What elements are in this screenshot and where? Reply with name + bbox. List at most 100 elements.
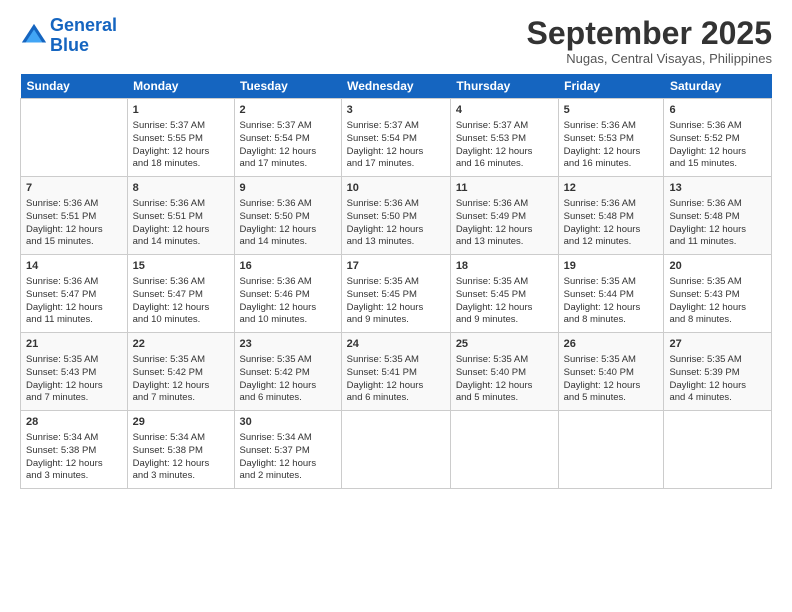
calendar-cell <box>341 411 450 489</box>
day-info: and 11 minutes. <box>669 236 766 249</box>
day-number: 3 <box>347 103 445 118</box>
day-number: 19 <box>564 259 659 274</box>
day-info: and 10 minutes. <box>240 314 336 327</box>
day-info: Sunset: 5:51 PM <box>133 211 229 224</box>
calendar-cell: 20Sunrise: 5:35 AMSunset: 5:43 PMDayligh… <box>664 255 772 333</box>
calendar-cell <box>450 411 558 489</box>
day-info: Daylight: 12 hours <box>669 302 766 315</box>
day-info: Daylight: 12 hours <box>240 458 336 471</box>
day-info: Sunset: 5:40 PM <box>456 367 553 380</box>
calendar-cell: 29Sunrise: 5:34 AMSunset: 5:38 PMDayligh… <box>127 411 234 489</box>
weekday-header-row: SundayMondayTuesdayWednesdayThursdayFrid… <box>21 74 772 99</box>
day-info: Daylight: 12 hours <box>347 302 445 315</box>
day-info: Daylight: 12 hours <box>26 380 122 393</box>
day-number: 29 <box>133 415 229 430</box>
calendar-cell: 24Sunrise: 5:35 AMSunset: 5:41 PMDayligh… <box>341 333 450 411</box>
calendar-cell <box>558 411 664 489</box>
day-info: Daylight: 12 hours <box>669 224 766 237</box>
day-info: Sunrise: 5:35 AM <box>347 354 445 367</box>
day-info: Sunrise: 5:36 AM <box>669 120 766 133</box>
day-info: and 6 minutes. <box>347 392 445 405</box>
day-info: Daylight: 12 hours <box>456 224 553 237</box>
day-number: 13 <box>669 181 766 196</box>
calendar-cell: 22Sunrise: 5:35 AMSunset: 5:42 PMDayligh… <box>127 333 234 411</box>
calendar-cell: 28Sunrise: 5:34 AMSunset: 5:38 PMDayligh… <box>21 411 128 489</box>
day-info: Sunset: 5:42 PM <box>240 367 336 380</box>
day-number: 25 <box>456 337 553 352</box>
calendar-cell: 1Sunrise: 5:37 AMSunset: 5:55 PMDaylight… <box>127 99 234 177</box>
day-info: Daylight: 12 hours <box>133 380 229 393</box>
day-info: Daylight: 12 hours <box>133 224 229 237</box>
day-info: Sunrise: 5:36 AM <box>564 120 659 133</box>
calendar-cell: 3Sunrise: 5:37 AMSunset: 5:54 PMDaylight… <box>341 99 450 177</box>
day-info: Sunset: 5:37 PM <box>240 445 336 458</box>
calendar-cell: 4Sunrise: 5:37 AMSunset: 5:53 PMDaylight… <box>450 99 558 177</box>
day-info: Daylight: 12 hours <box>240 380 336 393</box>
day-info: and 14 minutes. <box>240 236 336 249</box>
calendar-cell: 21Sunrise: 5:35 AMSunset: 5:43 PMDayligh… <box>21 333 128 411</box>
header: General Blue September 2025 Nugas, Centr… <box>20 16 772 66</box>
weekday-header: Friday <box>558 74 664 99</box>
calendar-cell: 7Sunrise: 5:36 AMSunset: 5:51 PMDaylight… <box>21 177 128 255</box>
weekday-header: Saturday <box>664 74 772 99</box>
day-info: Sunrise: 5:36 AM <box>347 198 445 211</box>
calendar-week-row: 21Sunrise: 5:35 AMSunset: 5:43 PMDayligh… <box>21 333 772 411</box>
calendar-cell: 27Sunrise: 5:35 AMSunset: 5:39 PMDayligh… <box>664 333 772 411</box>
day-info: Daylight: 12 hours <box>564 380 659 393</box>
day-info: Sunset: 5:48 PM <box>669 211 766 224</box>
page: General Blue September 2025 Nugas, Centr… <box>0 0 792 612</box>
day-info: Sunrise: 5:36 AM <box>26 276 122 289</box>
calendar-cell: 9Sunrise: 5:36 AMSunset: 5:50 PMDaylight… <box>234 177 341 255</box>
day-info: and 11 minutes. <box>26 314 122 327</box>
day-info: Sunset: 5:46 PM <box>240 289 336 302</box>
day-number: 22 <box>133 337 229 352</box>
day-info: Sunrise: 5:35 AM <box>669 276 766 289</box>
day-info: Sunset: 5:45 PM <box>347 289 445 302</box>
day-info: Sunset: 5:50 PM <box>240 211 336 224</box>
day-info: Sunrise: 5:36 AM <box>26 198 122 211</box>
day-info: Sunset: 5:40 PM <box>564 367 659 380</box>
day-info: Sunrise: 5:34 AM <box>240 432 336 445</box>
day-info: Sunset: 5:54 PM <box>240 133 336 146</box>
day-number: 17 <box>347 259 445 274</box>
day-info: Sunrise: 5:36 AM <box>456 198 553 211</box>
day-info: Daylight: 12 hours <box>564 302 659 315</box>
day-info: Sunrise: 5:37 AM <box>133 120 229 133</box>
location: Nugas, Central Visayas, Philippines <box>527 51 772 66</box>
day-info: Sunrise: 5:35 AM <box>564 354 659 367</box>
day-number: 27 <box>669 337 766 352</box>
day-info: and 18 minutes. <box>133 158 229 171</box>
day-info: Sunset: 5:55 PM <box>133 133 229 146</box>
weekday-header: Wednesday <box>341 74 450 99</box>
day-number: 2 <box>240 103 336 118</box>
day-number: 12 <box>564 181 659 196</box>
day-number: 21 <box>26 337 122 352</box>
day-number: 24 <box>347 337 445 352</box>
day-info: Daylight: 12 hours <box>240 146 336 159</box>
day-info: Sunrise: 5:35 AM <box>240 354 336 367</box>
weekday-header: Sunday <box>21 74 128 99</box>
day-info: Daylight: 12 hours <box>456 380 553 393</box>
calendar-cell: 2Sunrise: 5:37 AMSunset: 5:54 PMDaylight… <box>234 99 341 177</box>
day-info: and 5 minutes. <box>564 392 659 405</box>
day-number: 15 <box>133 259 229 274</box>
calendar-cell: 11Sunrise: 5:36 AMSunset: 5:49 PMDayligh… <box>450 177 558 255</box>
day-info: Daylight: 12 hours <box>26 224 122 237</box>
calendar-cell: 10Sunrise: 5:36 AMSunset: 5:50 PMDayligh… <box>341 177 450 255</box>
calendar-cell: 16Sunrise: 5:36 AMSunset: 5:46 PMDayligh… <box>234 255 341 333</box>
day-info: Sunrise: 5:35 AM <box>347 276 445 289</box>
day-info: Sunset: 5:54 PM <box>347 133 445 146</box>
day-info: Daylight: 12 hours <box>456 146 553 159</box>
calendar-cell: 26Sunrise: 5:35 AMSunset: 5:40 PMDayligh… <box>558 333 664 411</box>
logo-line1: General <box>50 15 117 35</box>
day-info: Daylight: 12 hours <box>347 380 445 393</box>
day-number: 20 <box>669 259 766 274</box>
day-info: and 8 minutes. <box>669 314 766 327</box>
day-number: 30 <box>240 415 336 430</box>
day-info: Sunrise: 5:36 AM <box>133 276 229 289</box>
day-info: and 15 minutes. <box>669 158 766 171</box>
day-info: and 10 minutes. <box>133 314 229 327</box>
day-info: and 6 minutes. <box>240 392 336 405</box>
calendar-cell: 19Sunrise: 5:35 AMSunset: 5:44 PMDayligh… <box>558 255 664 333</box>
weekday-header: Tuesday <box>234 74 341 99</box>
